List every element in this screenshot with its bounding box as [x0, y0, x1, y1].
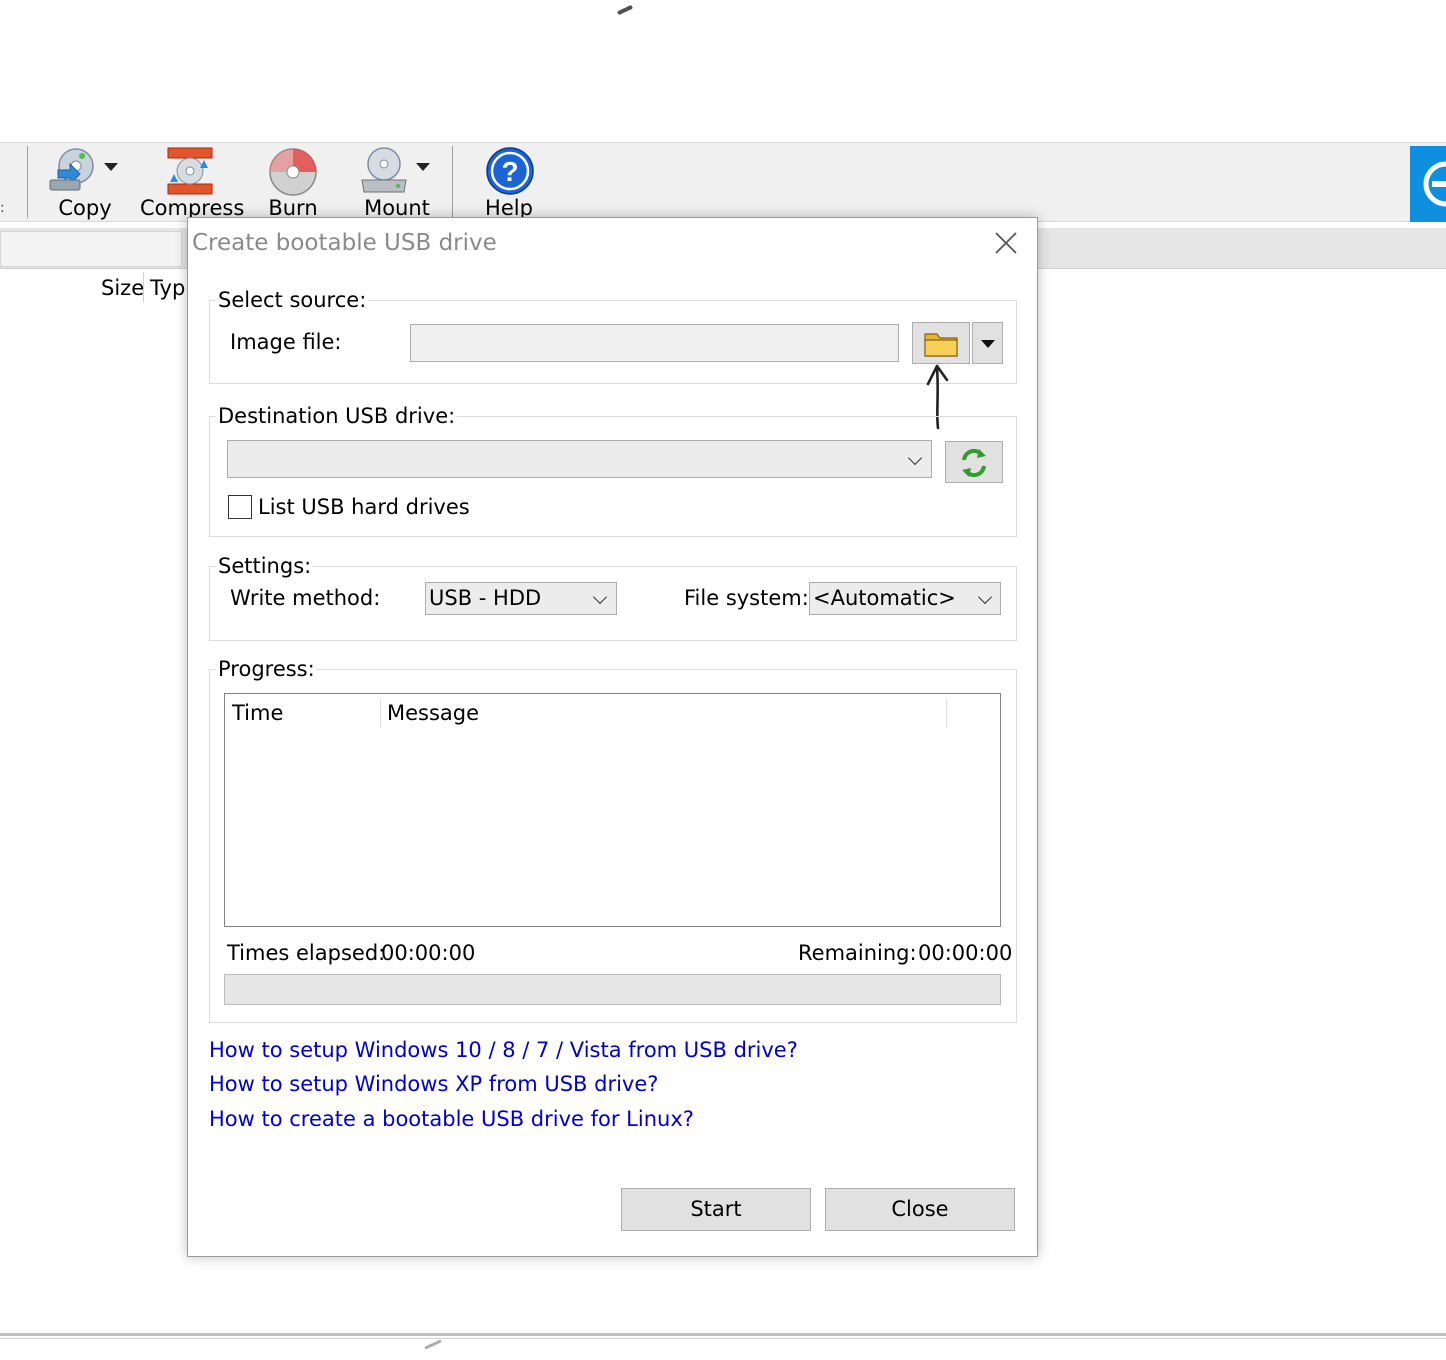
mount-drive-icon	[361, 147, 407, 193]
pen-scribble-mark	[616, 4, 634, 16]
toolbar-left-edge: :	[0, 200, 5, 216]
times-elapsed-value: 00:00:00	[381, 941, 476, 965]
toolbar-copy-label: Copy	[58, 196, 112, 220]
image-file-input[interactable]	[410, 324, 899, 362]
list-usb-hard-drives-checkbox[interactable]	[228, 495, 252, 519]
close-icon[interactable]	[993, 230, 1019, 256]
column-header-size[interactable]: Size	[101, 276, 144, 300]
refresh-drives-button[interactable]	[945, 441, 1003, 483]
link-setup-windows-xp[interactable]: How to setup Windows XP from USB drive?	[209, 1072, 658, 1096]
toolbar-burn-button[interactable]: Burn	[255, 146, 331, 222]
column-header-type[interactable]: Typ	[150, 276, 185, 300]
svg-text:?: ?	[501, 156, 518, 187]
address-field[interactable]	[0, 231, 182, 267]
toolbar-separator	[27, 146, 28, 218]
column-divider[interactable]	[143, 272, 144, 302]
usb-drive-select[interactable]	[227, 440, 932, 478]
chevron-down-icon[interactable]	[416, 163, 430, 171]
chevron-down-icon[interactable]	[104, 163, 118, 171]
file-system-label: File system:	[684, 586, 809, 610]
image-file-label: Image file:	[230, 330, 342, 354]
start-button[interactable]: Start	[621, 1188, 811, 1231]
app-logo	[1410, 146, 1446, 222]
link-linux-bootable-usb[interactable]: How to create a bootable USB drive for L…	[209, 1107, 694, 1131]
burn-disc-icon	[269, 148, 317, 196]
status-bar-border	[0, 1338, 1446, 1339]
close-button[interactable]: Close	[825, 1188, 1015, 1231]
caret-down-icon	[981, 340, 995, 348]
settings-label: Settings:	[216, 554, 314, 578]
remaining-label: Remaining:	[798, 941, 917, 965]
link-setup-windows-10[interactable]: How to setup Windows 10 / 8 / 7 / Vista …	[209, 1038, 798, 1062]
column-divider[interactable]	[380, 698, 381, 728]
dialog-title: Create bootable USB drive	[192, 230, 497, 256]
list-usb-hard-drives-label[interactable]: List USB hard drives	[258, 495, 470, 519]
toolbar-separator	[452, 146, 453, 218]
destination-usb-label: Destination USB drive:	[216, 404, 458, 428]
toolbar-mount-button[interactable]: Mount	[352, 146, 442, 222]
image-file-history-dropdown[interactable]	[972, 322, 1003, 364]
refresh-icon	[962, 448, 986, 478]
column-divider[interactable]	[946, 698, 947, 728]
column-header-time[interactable]: Time	[232, 701, 283, 725]
pen-scribble-mark	[424, 1339, 442, 1350]
progress-log-table[interactable]: Time Message	[224, 693, 1001, 927]
write-method-label: Write method:	[230, 586, 381, 610]
write-method-select[interactable]: USB - HDD	[425, 582, 617, 615]
remaining-value: 00:00:00	[918, 941, 1013, 965]
toolbar-help-button[interactable]: ? Help	[474, 146, 544, 222]
file-system-select[interactable]: <Automatic>	[809, 582, 1001, 615]
folder-icon	[924, 333, 958, 357]
toolbar-compress-button[interactable]: Compress	[140, 146, 244, 222]
status-bar-border	[0, 1333, 1446, 1336]
create-bootable-usb-dialog: Create bootable USB drive Select source:…	[187, 217, 1038, 1257]
toolbar-copy-button[interactable]: Copy	[40, 146, 130, 222]
app-logo-icon	[1423, 161, 1446, 207]
progress-label: Progress:	[216, 657, 317, 681]
copy-disc-icon	[49, 148, 94, 191]
column-header-message[interactable]: Message	[387, 701, 479, 725]
help-icon: ?	[486, 147, 534, 195]
times-elapsed-label: Times elapsed:	[227, 941, 386, 965]
select-source-label: Select source:	[216, 288, 369, 312]
compress-icon	[167, 147, 213, 195]
progress-bar	[224, 974, 1001, 1005]
